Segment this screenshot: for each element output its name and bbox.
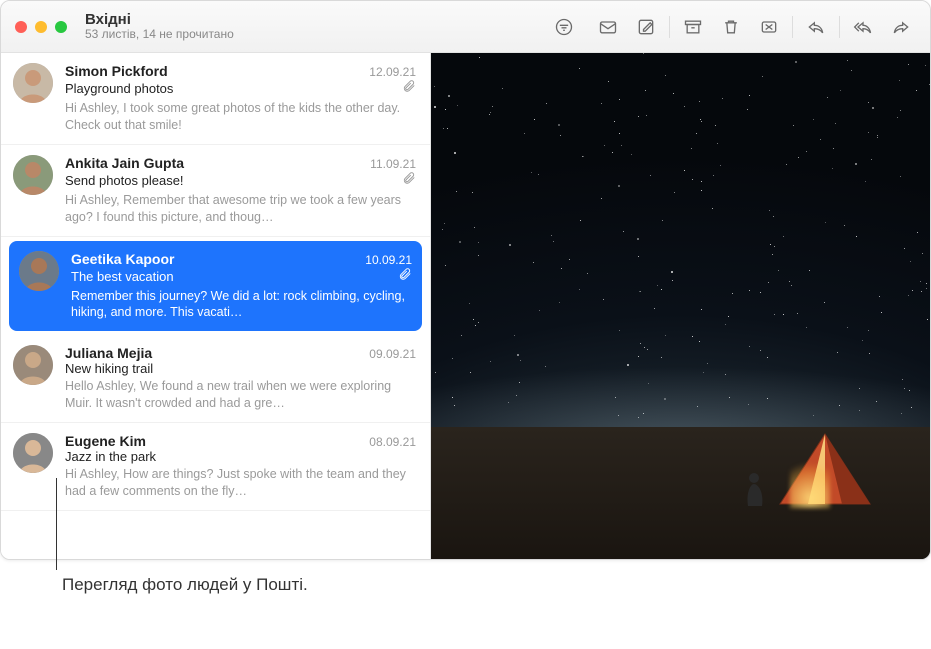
filter-icon[interactable]: [545, 1, 583, 53]
avatar: [13, 155, 53, 195]
message-subject: Jazz in the park: [65, 449, 416, 464]
attachment-icon: [402, 79, 416, 98]
message-content: [431, 53, 930, 559]
message-row[interactable]: Juliana Mejia09.09.21New hiking trail Hel…: [1, 335, 430, 423]
message-date: 11.09.21: [370, 157, 416, 171]
trash-icon[interactable]: [712, 1, 750, 53]
message-preview: Remember this journey? We did a lot: roc…: [71, 288, 412, 322]
message-from: Eugene Kim: [65, 433, 369, 449]
main-body: Simon Pickford12.09.21 Playground photos H…: [1, 53, 930, 559]
message-row[interactable]: Ankita Jain Gupta11.09.21 Send photos ple…: [1, 145, 430, 237]
message-list[interactable]: Simon Pickford12.09.21 Playground photos H…: [1, 53, 431, 559]
message-preview: Hi Ashley, Remember that awesome trip we…: [65, 192, 416, 226]
message-date: 09.09.21: [369, 347, 416, 361]
message-subject: Playground photos: [65, 81, 396, 96]
message-from: Ankita Jain Gupta: [65, 155, 370, 171]
toolbar-separator: [839, 16, 840, 38]
attachment-icon: [402, 171, 416, 190]
toolbar-separator: [669, 16, 670, 38]
archive-icon[interactable]: [674, 1, 712, 53]
minimize-window-button[interactable]: [35, 21, 47, 33]
photo-tent: [770, 428, 880, 508]
message-date: 08.09.21: [369, 435, 416, 449]
mark-read-icon[interactable]: [589, 1, 627, 53]
avatar: [13, 63, 53, 103]
message-from: Geetika Kapoor: [71, 251, 365, 267]
message-subject: The best vacation: [71, 269, 392, 284]
message-preview: Hello Ashley, We found a new trail when …: [65, 378, 416, 412]
mail-window: Вхідні 53 листів, 14 не прочитано: [0, 0, 931, 560]
forward-icon[interactable]: [882, 1, 920, 53]
message-subject: New hiking trail: [65, 361, 416, 376]
reply-all-icon[interactable]: [844, 1, 882, 53]
callout-leader-line: [56, 478, 57, 570]
message-from: Simon Pickford: [65, 63, 369, 79]
avatar: [13, 345, 53, 385]
message-date: 12.09.21: [369, 65, 416, 79]
message-date: 10.09.21: [365, 253, 412, 267]
close-window-button[interactable]: [15, 21, 27, 33]
reply-icon[interactable]: [797, 1, 835, 53]
junk-icon[interactable]: [750, 1, 788, 53]
avatar: [19, 251, 59, 291]
message-row[interactable]: Geetika Kapoor10.09.21 The best vacation R…: [9, 241, 422, 332]
message-subject: Send photos please!: [65, 173, 396, 188]
compose-icon[interactable]: [627, 1, 665, 53]
callout-text: Перегляд фото людей у Пошті.: [62, 574, 322, 597]
mailbox-title: Вхідні: [85, 11, 234, 28]
message-preview: Hi Ashley, How are things? Just spoke wi…: [65, 466, 416, 500]
toolbar-separator: [792, 16, 793, 38]
window-controls: [1, 21, 67, 33]
attachment-icon: [398, 267, 412, 286]
toolbar: Вхідні 53 листів, 14 не прочитано: [1, 1, 930, 53]
mailbox-title-block: Вхідні 53 листів, 14 не прочитано: [85, 11, 234, 42]
mailbox-subtitle: 53 листів, 14 не прочитано: [85, 28, 234, 42]
message-preview: Hi Ashley, I took some great photos of t…: [65, 100, 416, 134]
toolbar-actions: [589, 1, 930, 53]
avatar: [13, 433, 53, 473]
message-row[interactable]: Simon Pickford12.09.21 Playground photos H…: [1, 53, 430, 145]
message-row[interactable]: Eugene Kim08.09.21Jazz in the park Hi Ash…: [1, 423, 430, 511]
zoom-window-button[interactable]: [55, 21, 67, 33]
message-from: Juliana Mejia: [65, 345, 369, 361]
photo-horizon-glow: [431, 336, 930, 437]
